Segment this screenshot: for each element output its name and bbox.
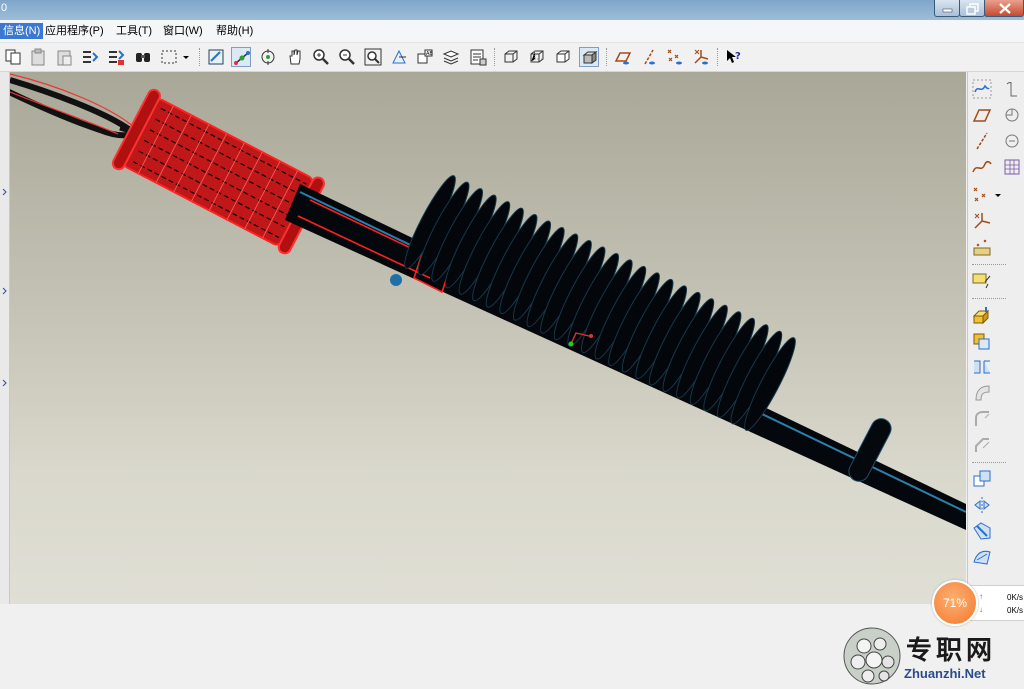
- revolve-alt-icon[interactable]: [1001, 130, 1023, 152]
- datum-axis-icon[interactable]: [971, 130, 993, 152]
- toolbar-separator: [717, 48, 719, 66]
- shading-icon[interactable]: [579, 47, 599, 67]
- refit-icon[interactable]: [363, 47, 383, 67]
- minimize-icon: [942, 8, 953, 13]
- context-help-icon[interactable]: ?: [724, 47, 744, 67]
- paste-special-icon[interactable]: [54, 47, 74, 67]
- zoom-in-icon[interactable]: [311, 47, 331, 67]
- reorient-icon[interactable]: [389, 47, 409, 67]
- sweep-icon[interactable]: [971, 356, 993, 378]
- no-hidden-icon[interactable]: [553, 47, 573, 67]
- close-icon: [999, 3, 1011, 14]
- hidden-line-icon[interactable]: [527, 47, 547, 67]
- menu-help[interactable]: 帮助(H): [213, 23, 256, 39]
- panel-separator: [972, 264, 1006, 266]
- menu-bar: 信息(N) 应用程序(P) 工具(T) 窗口(W) 帮助(H): [0, 20, 1024, 43]
- download-speed: 0K/s: [1007, 606, 1024, 615]
- copy-icon[interactable]: [3, 47, 23, 67]
- upload-speed: 0K/s: [1007, 593, 1024, 602]
- window-title: 0: [1, 2, 8, 14]
- blend-icon[interactable]: [971, 382, 993, 404]
- globe-logo-icon: [843, 627, 901, 685]
- merge-icon[interactable]: [971, 520, 993, 542]
- watermark-url: Zhuanzhi.Net: [904, 666, 986, 681]
- hole-icon[interactable]: [971, 468, 993, 490]
- sketch-tool-icon[interactable]: [971, 78, 993, 100]
- mirror-icon[interactable]: [971, 494, 993, 516]
- round-icon[interactable]: [971, 408, 993, 430]
- saved-views-icon[interactable]: AB: [415, 47, 435, 67]
- download-arrow-icon: ↓: [979, 605, 983, 614]
- style-icon[interactable]: [971, 546, 993, 568]
- annotation-icon[interactable]: [971, 270, 993, 292]
- select-box-icon[interactable]: [159, 47, 179, 67]
- analysis-feature-icon[interactable]: [971, 236, 993, 258]
- find-icon[interactable]: [133, 47, 153, 67]
- wireframe-icon[interactable]: [501, 47, 521, 67]
- view-manager-icon[interactable]: [468, 47, 488, 67]
- partial-icon[interactable]: [1001, 78, 1023, 100]
- watermark-logo: 专职网 Zhuanzhi.Net: [842, 624, 1024, 688]
- datum-point-icon[interactable]: [971, 184, 993, 206]
- datum-point-marker: [390, 274, 402, 286]
- panel-separator: [972, 462, 1006, 464]
- expand-arrow-icon: [2, 188, 7, 387]
- chamfer-icon[interactable]: [971, 434, 993, 456]
- datum-points-icon[interactable]: [665, 47, 685, 67]
- zoom-out-icon[interactable]: [337, 47, 357, 67]
- menu-applications[interactable]: 应用程序(P): [42, 23, 107, 39]
- datum-curve-icon[interactable]: [971, 156, 993, 178]
- spring: [404, 175, 796, 431]
- toolbar-separator: [199, 48, 201, 66]
- extrude-icon[interactable]: [971, 304, 993, 326]
- graphics-window[interactable]: [10, 72, 966, 604]
- network-speed-widget[interactable]: ↑ 0K/s ↓ 0K/s 71%: [930, 580, 1024, 626]
- repaint-icon[interactable]: [206, 47, 226, 67]
- csys-icon[interactable]: [691, 47, 711, 67]
- toolbar-separator: [494, 48, 496, 66]
- ring-loop: [10, 73, 141, 139]
- paste-icon[interactable]: [28, 47, 48, 67]
- toolbar-separator: [606, 48, 608, 66]
- datum-plane-icon[interactable]: [971, 104, 993, 126]
- model-view[interactable]: [10, 72, 966, 604]
- datum-axes-icon[interactable]: [639, 47, 659, 67]
- memory-percent-badge[interactable]: 71%: [932, 580, 978, 626]
- svg-text:AB: AB: [426, 51, 433, 57]
- revolve-view-icon[interactable]: [1001, 104, 1023, 126]
- datum-planes-icon[interactable]: [613, 47, 633, 67]
- feature-toolbar: [967, 72, 1024, 604]
- main-toolbar: AB ?: [0, 43, 1024, 72]
- spin-center-icon[interactable]: [231, 47, 251, 67]
- dropdown-arrow-icon[interactable]: [181, 47, 191, 67]
- selected-grip[interactable]: [111, 88, 327, 257]
- upload-arrow-icon: ↑: [979, 592, 983, 601]
- datum-csys-icon[interactable]: [971, 210, 993, 232]
- navigator-collapsed-strip[interactable]: [0, 72, 10, 604]
- close-button[interactable]: [984, 0, 1024, 17]
- restore-icon: [966, 3, 979, 15]
- title-bar: 0: [0, 0, 1024, 20]
- dropdown-arrow-icon[interactable]: [993, 184, 1003, 206]
- menu-tools[interactable]: 工具(T): [113, 23, 155, 39]
- layers-icon[interactable]: [441, 47, 461, 67]
- maximize-button[interactable]: [959, 0, 985, 17]
- watermark-title: 专职网: [906, 636, 997, 666]
- minimize-button[interactable]: [934, 0, 960, 17]
- pan-icon[interactable]: [285, 47, 305, 67]
- regenerate-manager-icon[interactable]: [106, 47, 126, 67]
- svg-text:?: ?: [735, 51, 741, 62]
- revolve-icon[interactable]: [971, 330, 993, 352]
- grid-icon[interactable]: [1001, 156, 1023, 178]
- orient-icon[interactable]: [258, 47, 278, 67]
- menu-info[interactable]: 信息(N): [0, 23, 44, 39]
- panel-separator: [972, 298, 1006, 300]
- menu-window[interactable]: 窗口(W): [160, 23, 206, 39]
- regenerate-icon[interactable]: [80, 47, 100, 67]
